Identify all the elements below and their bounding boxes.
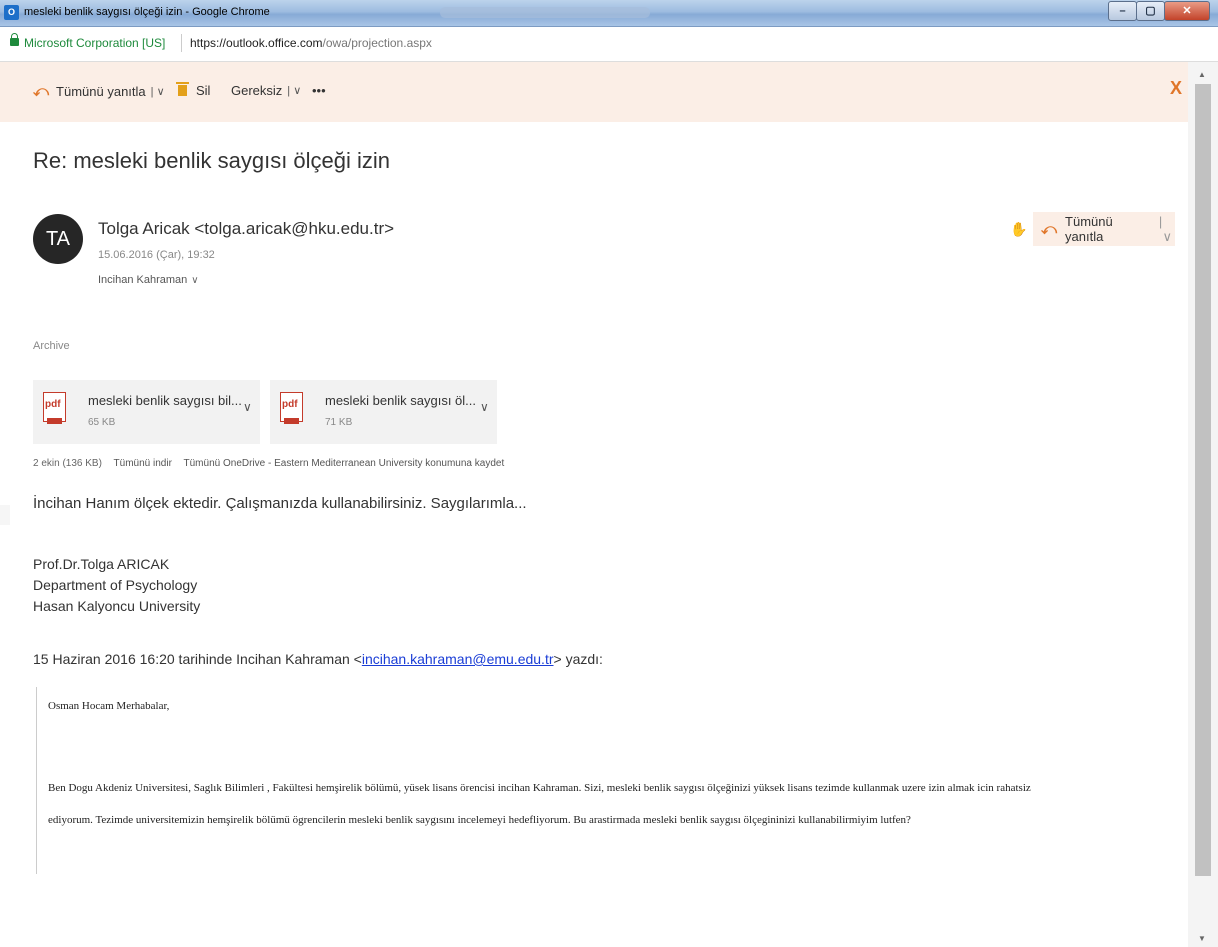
url-domain: https://outlook.office.com [190, 36, 323, 50]
blurred-tab-region [440, 7, 650, 18]
quote-intro-end: > yazdı: [553, 651, 603, 667]
reply-all-icon: ⤺ [1041, 220, 1058, 238]
like-icon[interactable]: ✋ [1010, 221, 1027, 238]
recipient[interactable]: Incihan Kahraman ∨ [98, 274, 199, 286]
scrollbar-thumb[interactable] [1195, 84, 1211, 876]
signature-line: Hasan Kalyoncu University [33, 598, 201, 614]
reply-all-icon: ⤺ [33, 83, 50, 100]
quoted-text-line: ediyorum. Tezimde universitemizin hemşir… [48, 814, 911, 826]
attachment-size: 65 KB [88, 417, 116, 428]
attachment-summary: 2 ekin (136 KB) [33, 458, 102, 469]
vertical-scrollbar[interactable]: ▲ ▼ [1188, 62, 1218, 947]
quote-intro: 15 Haziran 2016 16:20 tarihinde Incihan … [33, 651, 362, 667]
url-text[interactable]: https://outlook.office.com/owa/projectio… [190, 36, 432, 50]
reply-all-command[interactable]: ⤺ Tümünü yanıtla | ∨ [33, 83, 165, 100]
reply-dropdown-icon[interactable]: | ∨ [1159, 214, 1175, 245]
address-divider [181, 34, 182, 52]
junk-command[interactable]: Gereksiz | ∨ [231, 83, 301, 98]
attachment-name: mesleki benlik saygısı öl... [325, 393, 477, 408]
window-title: mesleki benlik saygısı ölçeği izin - Goo… [24, 6, 270, 18]
pdf-icon: pdf [43, 392, 66, 424]
attachment-card[interactable]: pdf mesleki benlik saygısı öl... 71 KB ∨ [270, 380, 497, 444]
quoted-text-line: Ben Dogu Akdeniz Universitesi, Saglık Bi… [48, 782, 1031, 794]
scroll-up-arrow-icon[interactable]: ▲ [1198, 70, 1206, 79]
junk-dropdown-icon[interactable]: | ∨ [287, 84, 301, 97]
sender-avatar: TA [33, 214, 83, 264]
quote-email-link[interactable]: incihan.kahraman@emu.edu.tr [362, 651, 554, 667]
attachment-actions: 2 ekin (136 KB) Tümünü indir Tümünü OneD… [33, 458, 513, 469]
message-date: 15.06.2016 (Çar), 19:32 [98, 249, 215, 261]
lock-icon [10, 33, 19, 46]
attachment-size: 71 KB [325, 417, 353, 428]
scroll-down-arrow-icon[interactable]: ▼ [1198, 934, 1206, 943]
minimize-button[interactable]: – [1108, 1, 1137, 21]
reply-all-label: Tümünü yanıtla [56, 84, 146, 99]
delete-command[interactable]: Sil [176, 82, 211, 98]
url-path: /owa/projection.aspx [322, 36, 432, 50]
message-body: İncihan Hanım ölçek ektedir. Çalışmanızd… [33, 495, 527, 512]
quoted-greeting: Osman Hocam Merhabalar, [48, 700, 170, 712]
reply-all-button[interactable]: ⤺ Tümünü yanıtla | ∨ [1033, 212, 1175, 246]
window-title-bar: O mesleki benlik saygısı ölçeği izin - G… [0, 0, 1218, 27]
pdf-icon: pdf [280, 392, 303, 424]
folder-label: Archive [33, 340, 70, 352]
reply-all-label: Tümünü yanıtla [1065, 214, 1113, 244]
reply-all-dropdown-icon[interactable]: | ∨ [151, 85, 165, 98]
window-controls: – ▢ ✕ [1108, 1, 1210, 21]
quote-header: 15 Haziran 2016 16:20 tarihinde Incihan … [33, 651, 603, 667]
certificate-label[interactable]: Microsoft Corporation [US] [24, 36, 165, 50]
junk-label: Gereksiz [231, 83, 283, 98]
download-all-link[interactable]: Tümünü indir [114, 458, 172, 469]
outlook-app-icon: O [4, 5, 19, 20]
chevron-down-icon[interactable]: ∨ [191, 275, 198, 286]
chevron-down-icon[interactable]: ∨ [480, 400, 489, 414]
delete-label: Sil [196, 83, 211, 98]
chevron-down-icon[interactable]: ∨ [243, 400, 252, 414]
signature-line: Prof.Dr.Tolga ARICAK [33, 556, 170, 572]
address-bar[interactable]: Microsoft Corporation [US] https://outlo… [0, 27, 1218, 62]
more-actions-button[interactable]: ••• [312, 83, 326, 98]
trash-icon [176, 82, 189, 96]
maximize-button[interactable]: ▢ [1136, 1, 1165, 21]
signature-line: Department of Psychology [33, 577, 198, 593]
attachment-card[interactable]: pdf mesleki benlik saygısı bil... 65 KB … [33, 380, 260, 444]
signature: Prof.Dr.Tolga ARICAK Department of Psych… [33, 554, 200, 617]
command-bar: ⤺ Tümünü yanıtla | ∨ Sil Gereksiz | ∨ ••… [0, 62, 1188, 122]
close-reading-pane-button[interactable]: X [1170, 78, 1182, 99]
save-to-onedrive-link[interactable]: Tümünü OneDrive - Eastern Mediterranean … [184, 458, 505, 469]
close-window-button[interactable]: ✕ [1164, 1, 1210, 21]
quoted-message: Osman Hocam Merhabalar, Ben Dogu Akdeniz… [36, 687, 1182, 874]
recipient-name: Incihan Kahraman [98, 274, 188, 286]
attachment-name: mesleki benlik saygısı bil... [88, 393, 242, 408]
sender-name[interactable]: Tolga Aricak <tolga.aricak@hku.edu.tr> [98, 219, 394, 239]
message-subject: Re: mesleki benlik saygısı ölçeği izin [33, 148, 391, 173]
page-edge-shadow [0, 505, 10, 525]
